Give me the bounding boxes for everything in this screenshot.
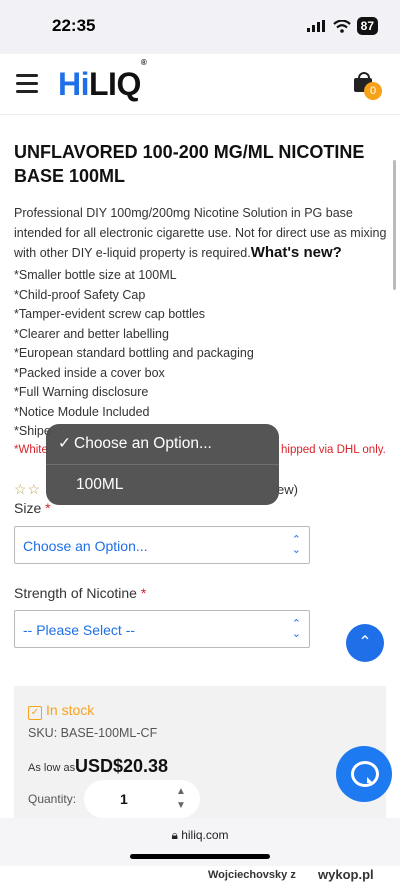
chevron-updown-icon: ⌃ ⌄	[291, 618, 301, 640]
feature-item: *Child-proof Safety Cap	[14, 287, 146, 302]
watermark-user: Wojciechovsky z	[208, 869, 296, 881]
chevron-updown-icon: ⌃ ⌄	[291, 534, 301, 556]
strength-label: Strength of Nicotine *	[14, 585, 147, 601]
size-label: Size *	[14, 500, 51, 516]
watermark-site: wykop.pl	[318, 867, 374, 882]
feature-list: *Smaller bottle size at 100ML *Child-pro…	[14, 266, 254, 442]
increment-icon[interactable]: ▲	[176, 786, 186, 797]
strength-select-value: -- Please Select --	[23, 622, 136, 638]
size-select[interactable]: Choose an Option... ⌃ ⌄	[14, 526, 310, 564]
as-low-as-label: As low as	[28, 762, 76, 774]
home-indicator[interactable]	[130, 854, 270, 859]
whats-new-heading: What's new?	[250, 244, 342, 261]
shipping-warning-end: hipped via DHL only.	[281, 444, 386, 456]
chevron-up-icon: ⌃	[358, 634, 372, 651]
product-title: UNFLAVORED 100-200 MG/ML NICOTINE BASE 1…	[14, 142, 365, 186]
quantity-stepper[interactable]: 1 ▲ ▼	[84, 780, 200, 818]
status-bar: 22:35 87	[0, 0, 400, 54]
menu-icon[interactable]	[16, 74, 38, 98]
checkmark-icon: ✓	[58, 435, 71, 452]
wifi-icon	[332, 19, 351, 33]
quantity-label: Quantity:	[28, 792, 77, 806]
lock-icon: 🔒︎	[171, 828, 178, 842]
sku-text: SKU: BASE-100ML-CF	[28, 726, 158, 740]
dropdown-option-100ml[interactable]: 100ML	[46, 465, 279, 505]
feature-item: *Tamper-evident screw cap bottles	[14, 307, 206, 321]
size-dropdown-menu: ✓ Choose an Option... 100ML	[46, 424, 279, 505]
decrement-icon[interactable]: ▼	[176, 800, 186, 811]
strength-select[interactable]: -- Please Select -- ⌃ ⌄	[14, 610, 310, 648]
size-select-value: Choose an Option...	[23, 538, 148, 554]
feature-item: *Packed inside a cover box	[14, 365, 165, 380]
status-icons: 87	[306, 17, 378, 35]
signal-icon	[306, 20, 325, 32]
dropdown-option-choose[interactable]: ✓ Choose an Option...	[46, 424, 279, 465]
feature-item: *Notice Module Included	[14, 404, 150, 419]
watermark-bar: Wojciechovsky z wykop.pl	[0, 866, 400, 886]
shipping-warning: *White	[14, 444, 48, 456]
checkbox-icon: ✓	[28, 706, 42, 720]
feature-item: *Clearer and better labelling	[14, 326, 169, 341]
scroll-to-top-button[interactable]: ⌃	[346, 624, 384, 662]
quantity-value[interactable]: 1	[120, 791, 128, 807]
chat-button[interactable]	[336, 746, 392, 802]
product-price: USD$20.38	[75, 756, 169, 776]
status-time: 22:35	[52, 16, 96, 35]
site-logo[interactable]: HiLIQ®	[58, 58, 147, 103]
feature-item: *European standard bottling and packagin…	[14, 346, 254, 360]
site-header: HiLIQ®	[0, 54, 400, 115]
product-description: Professional DIY 100mg/200mg Nicotine So…	[14, 206, 387, 261]
feature-item: *Smaller bottle size at 100ML	[14, 268, 177, 282]
battery-indicator: 87	[356, 17, 378, 35]
cart-count-badge: 0	[364, 82, 382, 100]
url-text: 🔒︎ hiliq.com	[171, 828, 229, 842]
page-scrollbar[interactable]	[393, 160, 396, 290]
browser-url-bar[interactable]: 🔒︎ hiliq.com	[0, 818, 400, 866]
rating-stars[interactable]: ☆☆	[14, 481, 41, 498]
chat-icon	[351, 761, 379, 787]
review-link[interactable]: ew)	[277, 482, 298, 497]
stock-status: ✓ In stock	[28, 702, 94, 720]
feature-item: *Full Warning disclosure	[14, 385, 149, 399]
